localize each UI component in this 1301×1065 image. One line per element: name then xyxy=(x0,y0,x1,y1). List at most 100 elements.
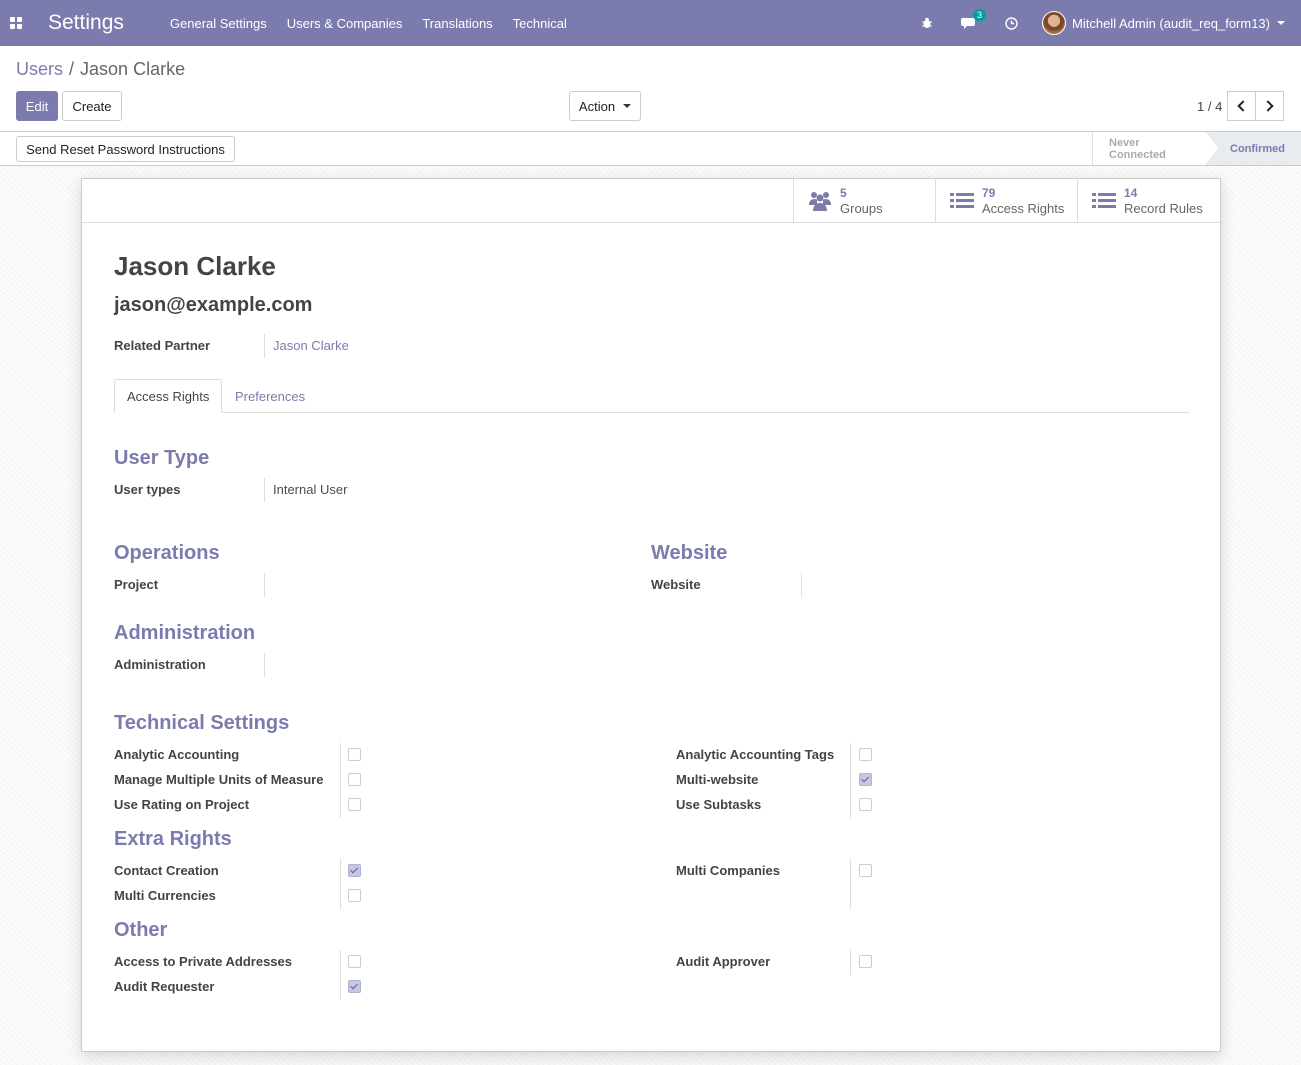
chevron-right-icon xyxy=(1262,100,1274,112)
action-label: Action xyxy=(578,98,616,114)
menu-technical[interactable]: Technical xyxy=(513,16,567,31)
section-website-title: Website xyxy=(651,542,728,564)
section-other-title: Other xyxy=(114,919,168,941)
section-user-type-title: User Type xyxy=(114,447,210,469)
audit-requester-label: Audit Requester xyxy=(114,979,215,994)
record-name: Jason Clarke xyxy=(114,251,276,281)
multi-currencies-label: Multi Currencies xyxy=(114,888,216,903)
caret-down-icon xyxy=(623,104,632,108)
multiple-uom-label: Manage Multiple Units of Measure xyxy=(114,772,324,787)
chevron-left-icon xyxy=(1237,100,1249,112)
field-divider xyxy=(264,653,265,677)
project-label: Project xyxy=(114,577,159,592)
record-rules-label: Record Rules xyxy=(1124,200,1203,216)
private-addresses-checkbox[interactable] xyxy=(348,955,361,968)
rating-on-project-label: Use Rating on Project xyxy=(114,797,250,812)
pager-previous-button[interactable] xyxy=(1227,91,1256,121)
multi-website-label: Multi-website xyxy=(676,772,759,787)
audit-approver-checkbox[interactable] xyxy=(859,955,872,968)
field-divider xyxy=(850,743,851,818)
analytic-tags-checkbox[interactable] xyxy=(859,748,872,761)
navbar-systray: 3 Mitchell Admin (audit_req_form13) xyxy=(907,0,1301,46)
groups-label: Groups xyxy=(840,200,883,216)
multiple-uom-checkbox[interactable] xyxy=(348,773,361,786)
use-subtasks-label: Use Subtasks xyxy=(676,797,762,812)
action-dropdown[interactable]: Action xyxy=(569,91,641,121)
user-menu[interactable]: Mitchell Admin (audit_req_form13) xyxy=(1042,11,1285,35)
section-administration-title: Administration xyxy=(114,622,256,644)
tab-preferences[interactable]: Preferences xyxy=(223,379,317,413)
send-reset-password-button[interactable]: Send Reset Password Instructions xyxy=(16,136,235,162)
related-partner-link[interactable]: Jason Clarke xyxy=(273,338,349,353)
multi-companies-checkbox[interactable] xyxy=(859,864,872,877)
create-button[interactable]: Create xyxy=(62,91,122,121)
field-divider xyxy=(264,334,265,358)
website-label: Website xyxy=(651,577,701,592)
breadcrumb-users-link[interactable]: Users xyxy=(16,59,63,79)
record-rules-count: 14 xyxy=(1124,185,1138,200)
multi-currencies-checkbox[interactable] xyxy=(348,889,361,902)
field-divider xyxy=(850,950,851,975)
field-divider xyxy=(340,859,341,909)
field-divider xyxy=(801,573,802,597)
messages-badge: 3 xyxy=(973,8,987,21)
users-icon xyxy=(808,190,832,212)
pager-value: 1 / 4 xyxy=(1197,99,1223,114)
section-extra-rights-title: Extra Rights xyxy=(114,828,232,850)
edit-button[interactable]: Edit xyxy=(16,91,58,121)
multi-website-checkbox[interactable] xyxy=(859,773,872,786)
audit-requester-checkbox[interactable] xyxy=(348,980,361,993)
form-sheet: 5 Groups 79 Access Rights 14 Record Rule… xyxy=(81,178,1221,1052)
field-divider xyxy=(264,573,265,597)
use-subtasks-checkbox[interactable] xyxy=(859,798,872,811)
user-name: Mitchell Admin (audit_req_form13) xyxy=(1072,15,1270,31)
field-divider xyxy=(264,478,265,502)
breadcrumb: Users / Jason Clarke xyxy=(16,59,185,80)
multi-companies-label: Multi Companies xyxy=(676,863,781,878)
contact-creation-checkbox[interactable] xyxy=(348,864,361,877)
status-steps: Never Connected Confirmed xyxy=(1092,132,1301,165)
analytic-tags-label: Analytic Accounting Tags xyxy=(676,747,835,762)
list-icon xyxy=(950,192,974,210)
audit-approver-label: Audit Approver xyxy=(676,954,771,969)
user-types-label: User types xyxy=(114,482,181,497)
smart-button-box: 5 Groups 79 Access Rights 14 Record Rule… xyxy=(82,179,1220,223)
control-panel: Users / Jason Clarke Edit Create Action 1 … xyxy=(0,46,1301,132)
groups-count: 5 xyxy=(840,185,847,200)
menu-users-companies[interactable]: Users & Companies xyxy=(287,16,403,31)
apps-grid-icon[interactable] xyxy=(0,0,32,46)
private-addresses-label: Access to Private Addresses xyxy=(114,954,293,969)
notebook-tabs: Access Rights Preferences xyxy=(114,379,1189,413)
avatar xyxy=(1042,11,1067,35)
record-rules-smart-button[interactable]: 14 Record Rules xyxy=(1077,179,1219,222)
section-operations-title: Operations xyxy=(114,542,220,564)
main-menu: General Settings Users & Companies Trans… xyxy=(170,16,587,31)
top-navbar: Settings General Settings Users & Compan… xyxy=(0,0,1301,46)
access-rights-label: Access Rights xyxy=(982,200,1065,216)
app-title: Settings xyxy=(48,11,124,34)
bug-icon[interactable] xyxy=(921,17,933,29)
breadcrumb-current: Jason Clarke xyxy=(80,59,186,79)
tab-access-rights[interactable]: Access Rights xyxy=(114,379,223,413)
clock-icon[interactable] xyxy=(1005,16,1018,30)
menu-translations[interactable]: Translations xyxy=(422,16,492,31)
status-confirmed: Confirmed xyxy=(1206,132,1301,165)
status-never-connected: Never Connected xyxy=(1092,132,1218,165)
related-partner-label: Related Partner xyxy=(114,338,211,353)
menu-general-settings[interactable]: General Settings xyxy=(170,16,267,31)
caret-down-icon xyxy=(1277,21,1285,25)
field-divider xyxy=(340,743,341,818)
groups-smart-button[interactable]: 5 Groups xyxy=(793,179,935,222)
access-rights-smart-button[interactable]: 79 Access Rights xyxy=(935,179,1077,222)
rating-on-project-checkbox[interactable] xyxy=(348,798,361,811)
pager-next-button[interactable] xyxy=(1255,91,1284,121)
contact-creation-label: Contact Creation xyxy=(114,863,219,878)
analytic-accounting-checkbox[interactable] xyxy=(348,748,361,761)
access-rights-count: 79 xyxy=(982,185,996,200)
user-types-value[interactable]: Internal User xyxy=(273,482,347,497)
record-email: jason@example.com xyxy=(114,294,313,316)
field-divider xyxy=(850,859,851,909)
statusbar: Send Reset Password Instructions Never C… xyxy=(0,132,1301,166)
list-icon xyxy=(1092,192,1116,210)
chat-icon[interactable]: 3 xyxy=(961,8,987,30)
